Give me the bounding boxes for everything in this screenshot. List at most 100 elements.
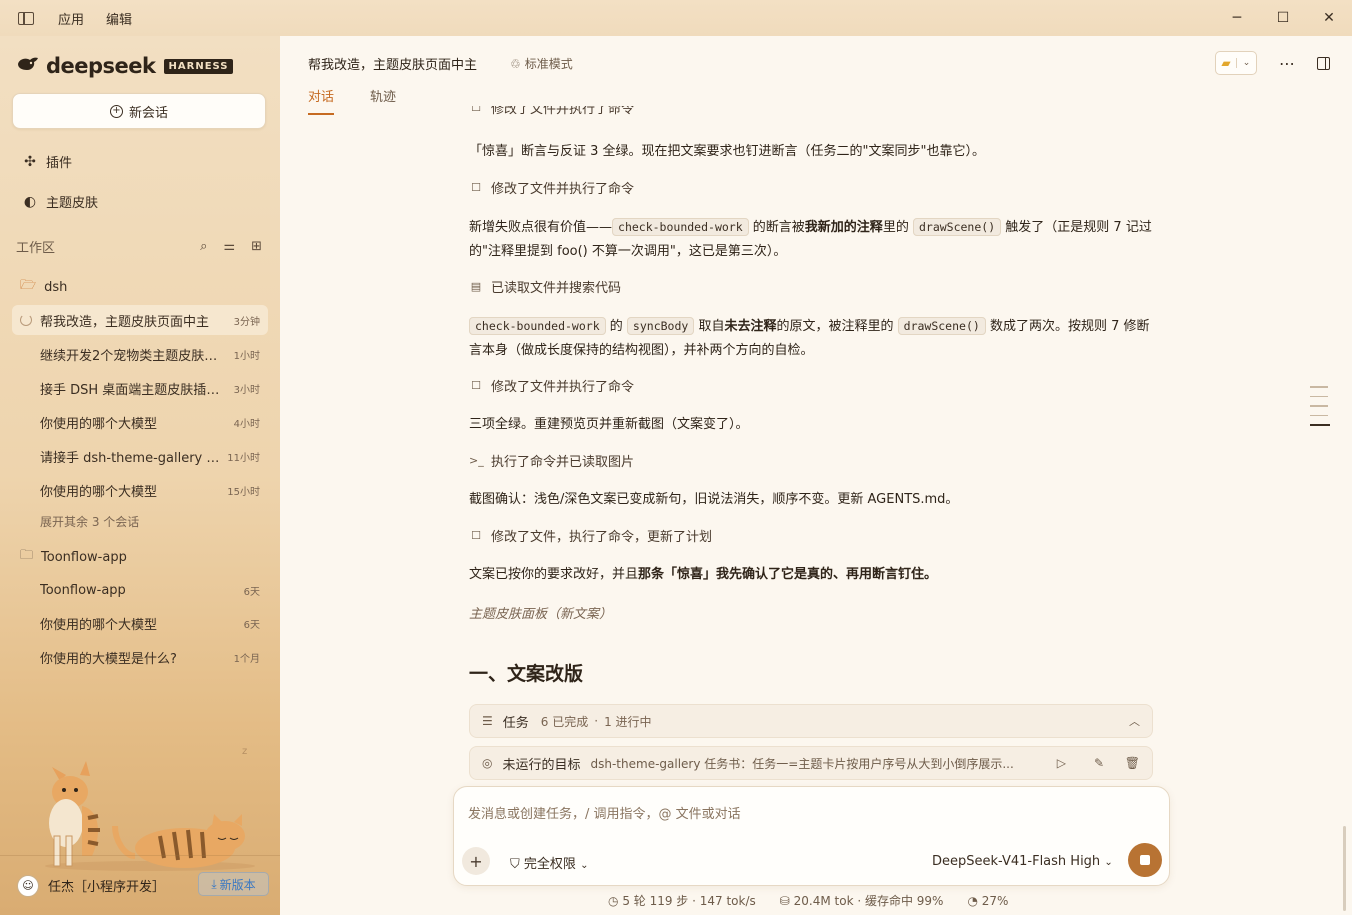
action-label: 执行了命令并已读取图片 [491, 455, 635, 470]
menu-app[interactable]: 应用 [58, 9, 84, 28]
conversation-time: 3分钟 [233, 316, 260, 328]
message-paragraph: 「惊喜」断言与反证 3 全绿。现在把文案要求也钉进断言（任务二的"文案同步"也靠… [469, 140, 1159, 164]
chevron-down-icon[interactable]: ⌄ [1236, 58, 1256, 68]
conversation-title: Toonflow-app [40, 582, 126, 598]
conversation-time: 15小时 [227, 486, 260, 498]
expand-more-link[interactable]: 展开其余 3 个会话 [40, 513, 139, 530]
new-chat-button[interactable]: + 新会话 [12, 93, 266, 129]
nav-plugins[interactable]: ✣ 插件 [22, 152, 72, 172]
filter-icon[interactable]: ⚌ [223, 239, 235, 254]
conversation-item[interactable]: 你使用的哪个大模型 4小时 [12, 407, 268, 437]
page-title: 帮我改造，主题皮肤页面中主 [308, 58, 478, 73]
avatar[interactable]: ☺ [17, 874, 39, 897]
text: 的 [609, 319, 623, 334]
bold-text: 我新加的注释 [804, 220, 883, 235]
new-chat-label: 新会话 [128, 105, 168, 121]
nav-theme[interactable]: ◐ 主题皮肤 [22, 192, 99, 212]
toggle-sidebar-icon[interactable] [18, 11, 34, 25]
workspace-header: 工作区 ⌕ ⚌ ⊞ [16, 236, 266, 256]
paragraph-text: 「惊喜」断言与反证 3 全绿。现在把文案要求也钉进断言（任务二的"文案同步"也靠… [469, 144, 985, 159]
conversation-title: 请接手 dsh-theme-gallery 任务书 [40, 450, 224, 466]
text: 里的 [882, 220, 909, 235]
chevron-down-icon: ⌄ [1104, 857, 1113, 868]
inline-code: check-bounded-work [612, 218, 749, 236]
paragraph-text: 截图确认：浅色/深色文案已变成新句，旧说法消失，顺序不变。更新 AGENTS.m… [469, 492, 959, 507]
project-toonflow[interactable]: 🗀 Toonflow-app [20, 546, 127, 568]
search-icon[interactable]: ⌕ [200, 239, 207, 254]
message-composer[interactable]: 发消息或创建任务，/ 调用指令，@ 文件或对话 + ⛉ 完全权限 ⌄ DeepS… [453, 786, 1170, 886]
trash-icon[interactable]: 🗑 [1125, 756, 1140, 770]
sleep-z-decoration: z [242, 746, 248, 757]
recycle-icon: ♲ [510, 56, 521, 71]
action-row[interactable]: ☐ 修改了文件并执行了命令 [469, 106, 634, 117]
toggle-panel-icon[interactable] [1317, 56, 1330, 70]
conversation-item[interactable]: 请接手 dsh-theme-gallery 任务书 11小时 [12, 441, 268, 471]
paragraph-text: 三项全绿。重建预览页并重新截图（文案变了）。 [469, 417, 749, 432]
model-select[interactable]: DeepSeek-V41-Flash High ⌄ [932, 854, 1113, 869]
action-row[interactable]: ☐ 修改了文件并执行了命令 [469, 376, 634, 395]
minimize-icon[interactable]: ─ [1214, 0, 1260, 36]
conversation-item[interactable]: 你使用的哪个大模型 6天 [12, 608, 268, 638]
text: 的断言被 [752, 220, 805, 235]
edit-icon[interactable]: ✎ [1094, 756, 1104, 770]
window-controls: ─ ☐ ✕ [1214, 0, 1352, 36]
scrollbar[interactable] [1343, 826, 1346, 911]
theme-icon: ◐ [23, 193, 37, 210]
conversation-item[interactable]: 帮我改造，主题皮肤页面中主 3分钟 [12, 305, 268, 335]
bold-text: 未去注释 [724, 319, 777, 334]
conversation-item[interactable]: 继续开发2个宠物类主题皮肤和3个可爱类主题 1小时 [12, 339, 268, 369]
puzzle-icon: ✣ [24, 153, 36, 170]
open-folder-button[interactable]: ▰ ⌄ [1215, 51, 1257, 75]
steps-status: ◷ 5 轮 119 步 · 147 tok/s [608, 892, 756, 909]
message-paragraph: 三项全绿。重建预览页并重新截图（文案变了）。 [469, 413, 1159, 437]
nav-theme-label: 主题皮肤 [46, 196, 99, 211]
play-icon[interactable]: ▷ [1057, 756, 1066, 770]
text: 文案已按你的要求改好，并且 [469, 567, 639, 582]
target-icon: ◎ [482, 756, 493, 770]
conversation-title: 帮我改造，主题皮肤页面中主 [40, 314, 210, 330]
edit-icon: ☐ [471, 181, 481, 194]
menu-edit[interactable]: 编辑 [106, 9, 132, 28]
main-panel: 帮我改造，主题皮肤页面中主 ♲ 标准模式 对话 轨迹 ▰ ⌄ ⋯ ☐ 修改了文件… [280, 36, 1352, 915]
conversation-scroll: ☐ 修改了文件并执行了命令 「惊喜」断言与反证 3 全绿。现在把文案要求也钉进断… [280, 106, 1352, 796]
caption: 主题皮肤面板（新文案） [469, 607, 613, 622]
inline-code: drawScene() [912, 218, 1002, 236]
project-dsh[interactable]: 🗁 dsh [20, 276, 67, 298]
permission-label: 完全权限 [523, 857, 576, 872]
task-separator: · [594, 714, 599, 728]
permission-select[interactable]: ⛉ 完全权限 ⌄ [510, 853, 588, 872]
more-icon[interactable]: ⋯ [1279, 54, 1295, 73]
maximize-icon[interactable]: ☐ [1260, 0, 1306, 36]
bold-text: 那条「惊喜」我先确认了它是真的、再用断言钉住。 [638, 567, 938, 582]
new-version-button[interactable]: ⤓ 新版本 [198, 872, 269, 896]
goal-bar[interactable]: ◎ 未运行的目标 dsh-theme-gallery 任务书：任务一=主题卡片按… [469, 746, 1153, 780]
folder-icon: 🗀 [20, 548, 34, 563]
stop-button[interactable] [1128, 843, 1162, 877]
composer-placeholder[interactable]: 发消息或创建任务，/ 调用指令，@ 文件或对话 [468, 803, 741, 822]
chevron-up-icon[interactable]: ︿ [1129, 713, 1140, 729]
folder-icon: ▰ [1221, 56, 1231, 70]
action-row[interactable]: ☐ 修改了文件，执行了命令，更新了计划 [469, 526, 712, 545]
conversation-item[interactable]: 接手 DSH 桌面端主题皮肤插画生成任务 3小时 [12, 373, 268, 403]
action-row[interactable]: ▤ 已读取文件并搜索代码 [469, 277, 621, 296]
brand-name: deepseek [46, 54, 156, 78]
goal-text: dsh-theme-gallery 任务书：任务一=主题卡片按用户序号从大到小倒… [590, 756, 1014, 771]
conversation-item[interactable]: 你使用的大模型是什么? 1个月 [12, 642, 268, 672]
user-name[interactable]: 任杰［小程序开发］ [48, 876, 165, 895]
conversation-time: 11小时 [227, 452, 260, 464]
task-summary-bar[interactable]: ☰ 任务 6 已完成 · 1 进行中 ︿ [469, 704, 1153, 738]
steps-text: 5 轮 119 步 · 147 tok/s [622, 894, 756, 908]
folder-open-icon: 🗁 [20, 278, 37, 293]
task-done: 6 已完成 [540, 714, 589, 729]
conversation-item[interactable]: 你使用的哪个大模型 15小时 [12, 475, 268, 505]
new-folder-icon[interactable]: ⊞ [251, 239, 262, 254]
action-row[interactable]: ☐ 修改了文件并执行了命令 [469, 178, 634, 197]
close-icon[interactable]: ✕ [1306, 0, 1352, 36]
conversation-item[interactable]: Toonflow-app 6天 [12, 575, 268, 605]
mode-indicator[interactable]: ♲ 标准模式 [510, 55, 573, 72]
edit-icon: ☐ [471, 529, 481, 542]
context-text: 27% [981, 893, 1009, 908]
add-attachment-button[interactable]: + [462, 847, 490, 875]
conversation-minimap[interactable] [1310, 386, 1330, 434]
action-row[interactable]: >_ 执行了命令并已读取图片 [469, 451, 634, 470]
